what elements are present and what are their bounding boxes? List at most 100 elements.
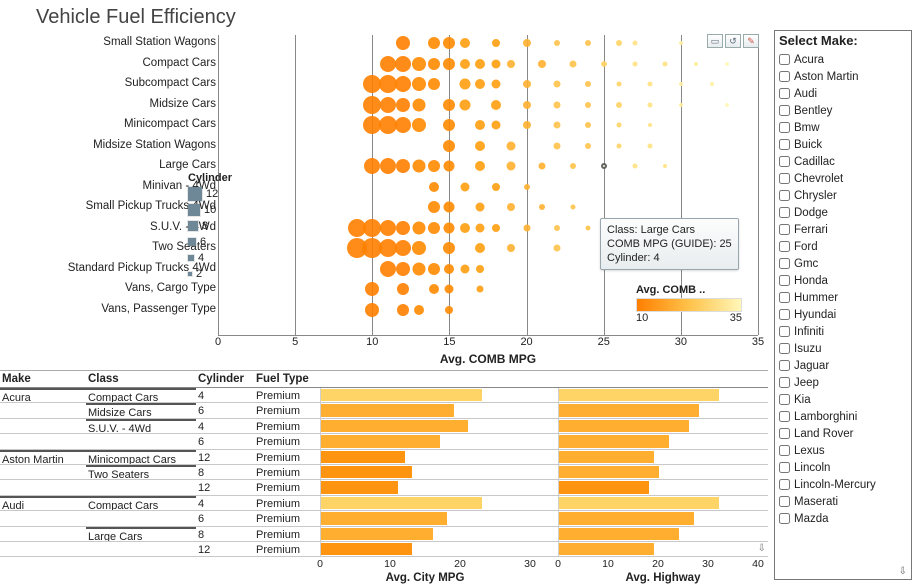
data-point[interactable]	[475, 141, 485, 151]
data-point[interactable]	[491, 80, 500, 89]
filter-checkbox[interactable]	[779, 513, 790, 524]
data-point[interactable]	[475, 243, 485, 253]
filter-item[interactable]: Hummer	[775, 289, 911, 306]
data-point[interactable]	[648, 82, 653, 87]
data-point[interactable]	[476, 223, 485, 232]
data-point[interactable]	[396, 221, 410, 235]
filter-item[interactable]: Chrysler	[775, 187, 911, 204]
bar-city[interactable]	[321, 512, 447, 524]
filter-checkbox[interactable]	[779, 496, 790, 507]
data-point[interactable]	[648, 123, 652, 127]
bar-city[interactable]	[321, 528, 433, 540]
data-point[interactable]	[459, 79, 470, 90]
data-point[interactable]	[507, 244, 515, 252]
data-point[interactable]	[554, 142, 561, 149]
filter-item[interactable]: Lamborghini	[775, 408, 911, 425]
data-point[interactable]	[554, 81, 561, 88]
edit-tool-icon[interactable]: ✎	[743, 34, 759, 48]
filter-item[interactable]: Lincoln-Mercury	[775, 476, 911, 493]
data-point[interactable]	[396, 98, 410, 112]
data-point[interactable]	[460, 59, 470, 69]
data-point[interactable]	[507, 203, 515, 211]
filter-checkbox[interactable]	[779, 207, 790, 218]
data-point[interactable]	[380, 56, 396, 72]
filter-checkbox[interactable]	[779, 139, 790, 150]
data-point[interactable]	[585, 102, 591, 108]
filter-item[interactable]: Mazda	[775, 510, 911, 527]
data-point[interactable]	[523, 121, 531, 129]
bar-highway[interactable]	[559, 481, 649, 493]
data-point[interactable]	[412, 118, 426, 132]
data-point[interactable]	[585, 143, 591, 149]
filter-checkbox[interactable]	[779, 343, 790, 354]
data-point[interactable]	[694, 62, 698, 66]
bar-city[interactable]	[321, 404, 454, 416]
data-point[interactable]	[460, 38, 470, 48]
filter-checkbox[interactable]	[779, 71, 790, 82]
filter-item[interactable]: Land Rover	[775, 425, 911, 442]
data-point[interactable]	[396, 262, 410, 276]
data-point[interactable]	[663, 164, 667, 168]
data-point[interactable]	[725, 103, 729, 107]
filter-checkbox[interactable]	[779, 309, 790, 320]
data-point[interactable]	[523, 101, 531, 109]
table-row[interactable]: S.U.V. - 4Wd4Premium	[0, 419, 768, 434]
data-point[interactable]	[444, 222, 455, 233]
filter-checkbox[interactable]	[779, 445, 790, 456]
select-tool-icon[interactable]: ▭	[707, 34, 723, 48]
data-point[interactable]	[601, 61, 607, 67]
data-point[interactable]	[632, 61, 637, 66]
data-point[interactable]	[459, 99, 470, 110]
data-point[interactable]	[380, 261, 396, 277]
data-point[interactable]	[395, 117, 411, 133]
filter-checkbox[interactable]	[779, 394, 790, 405]
data-point[interactable]	[412, 77, 426, 91]
data-point[interactable]	[679, 103, 683, 107]
bar-city[interactable]	[321, 497, 482, 509]
filter-item[interactable]: Lincoln	[775, 459, 911, 476]
data-point[interactable]	[523, 80, 531, 88]
data-point[interactable]	[396, 36, 410, 50]
data-point[interactable]	[428, 37, 440, 49]
data-point[interactable]	[492, 224, 500, 232]
filter-item[interactable]: Gmc	[775, 255, 911, 272]
data-point[interactable]	[585, 81, 591, 87]
bar-city[interactable]	[321, 543, 412, 555]
filter-item[interactable]: Aston Martin	[775, 68, 911, 85]
data-point[interactable]	[414, 305, 424, 315]
table-row[interactable]: Large Cars8Premium	[0, 527, 768, 542]
data-point[interactable]	[538, 60, 546, 68]
filter-item[interactable]: Ford	[775, 238, 911, 255]
filter-item[interactable]: Infiniti	[775, 323, 911, 340]
col-header-cylinder[interactable]: Cylinder	[196, 371, 254, 387]
data-point[interactable]	[412, 160, 425, 173]
data-point[interactable]	[460, 182, 469, 191]
bar-city[interactable]	[321, 466, 412, 478]
table-row[interactable]: Midsize Cars6Premium	[0, 403, 768, 418]
data-point[interactable]	[570, 163, 576, 169]
data-point[interactable]	[554, 40, 560, 46]
filter-item[interactable]: Jaguar	[775, 357, 911, 374]
data-point[interactable]	[380, 158, 396, 174]
data-point[interactable]	[444, 202, 455, 213]
revert-tool-icon[interactable]: ↺	[725, 34, 741, 48]
data-point[interactable]	[491, 100, 501, 110]
filter-checkbox[interactable]	[779, 54, 790, 65]
data-point[interactable]	[491, 59, 500, 68]
data-point[interactable]	[507, 162, 516, 171]
bar-city[interactable]	[321, 451, 405, 463]
table-row[interactable]: Two Seaters8Premium	[0, 465, 768, 480]
data-point[interactable]	[460, 264, 469, 273]
data-point[interactable]	[632, 41, 637, 46]
data-point[interactable]	[617, 143, 622, 148]
bar-highway[interactable]	[559, 466, 659, 478]
filter-item[interactable]: Isuzu	[775, 340, 911, 357]
data-point[interactable]	[412, 221, 425, 234]
data-point[interactable]	[412, 57, 426, 71]
data-point[interactable]	[586, 225, 591, 230]
data-point[interactable]	[444, 264, 454, 274]
data-point[interactable]	[428, 222, 440, 234]
data-point[interactable]	[585, 122, 591, 128]
bar-highway[interactable]	[559, 512, 694, 524]
filter-checkbox[interactable]	[779, 173, 790, 184]
